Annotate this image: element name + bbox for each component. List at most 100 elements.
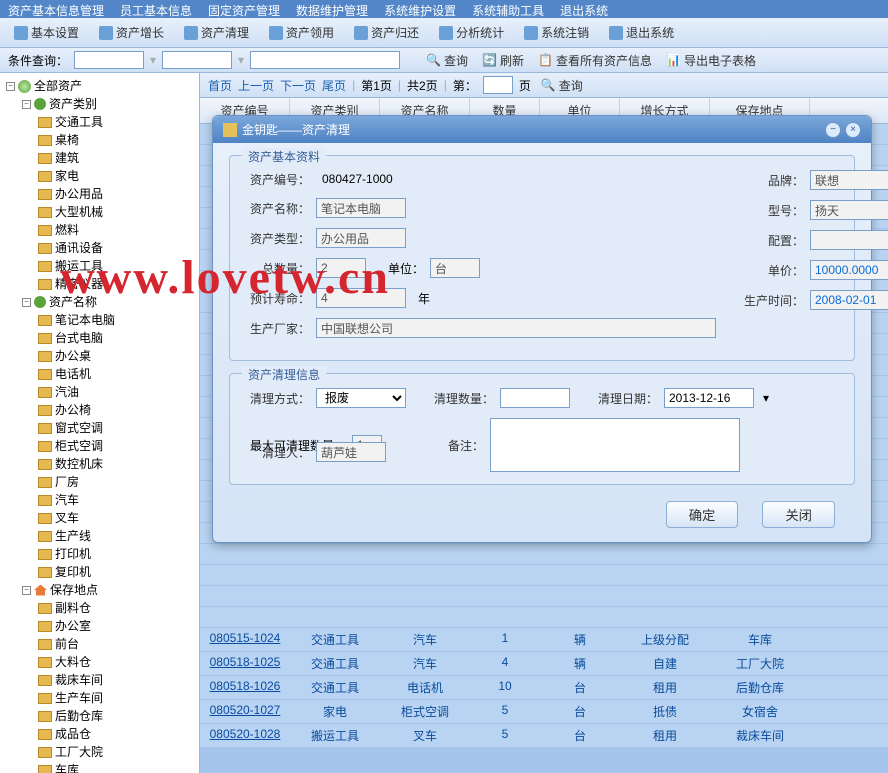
menu-item[interactable]: 退出系统 — [560, 2, 608, 16]
tree-item[interactable]: 汽油 — [38, 383, 195, 401]
tree-item[interactable]: 叉车 — [38, 509, 195, 527]
tree-item[interactable]: 办公室 — [38, 617, 195, 635]
table-row[interactable]: 080518-1025交通工具汽车4辆自建工厂大院 — [200, 652, 888, 676]
cond-field-2[interactable] — [162, 51, 232, 69]
tree-item[interactable]: 厂房 — [38, 473, 195, 491]
pager-jump-input[interactable] — [483, 76, 513, 94]
tree-item[interactable]: 办公椅 — [38, 401, 195, 419]
tree-item[interactable]: 笔记本电脑 — [38, 311, 195, 329]
tree-item[interactable]: 电话机 — [38, 365, 195, 383]
clean-qty-field[interactable] — [500, 388, 570, 408]
folder-icon — [38, 189, 52, 200]
pager-prev[interactable]: 上一页 — [238, 77, 274, 94]
tree-item[interactable]: 办公用品 — [38, 185, 195, 203]
folder-icon — [38, 351, 52, 362]
asset-clean-dialog: 金钥匙——资产清理 − × 资产基本资料 资产编号：080427-1000 资产… — [212, 115, 872, 543]
toolbar-退出系统[interactable]: 退出系统 — [603, 22, 680, 43]
tree-item[interactable]: 大型机械 — [38, 203, 195, 221]
menu-item[interactable]: 员工基本信息 — [120, 2, 192, 16]
tree-item[interactable]: 生产车间 — [38, 689, 195, 707]
clean-person-field — [316, 442, 386, 462]
tree-item[interactable]: 后勤仓库 — [38, 707, 195, 725]
pager-next[interactable]: 下一页 — [280, 77, 316, 94]
tree-locations[interactable]: −保存地点 — [22, 581, 195, 599]
tree-item[interactable]: 汽车 — [38, 491, 195, 509]
folder-icon — [38, 171, 52, 182]
tree-item[interactable]: 大料仓 — [38, 653, 195, 671]
toolbar-系统注销[interactable]: 系统注销 — [518, 22, 595, 43]
tree-item[interactable]: 打印机 — [38, 545, 195, 563]
export-button[interactable]: 📊导出电子表格 — [662, 52, 760, 69]
tree-item[interactable]: 柜式空调 — [38, 437, 195, 455]
toolbar-资产清理[interactable]: 资产清理 — [178, 22, 255, 43]
cond-label: 条件查询： — [8, 52, 68, 69]
tree-root[interactable]: −全部资产 — [6, 77, 195, 95]
tree-item[interactable]: 通讯设备 — [38, 239, 195, 257]
tree-category[interactable]: −资产类别 — [22, 95, 195, 113]
refresh-button[interactable]: 🔄刷新 — [478, 52, 528, 69]
dialog-titlebar[interactable]: 金钥匙——资产清理 − × — [213, 116, 871, 143]
tree-item[interactable]: 车库 — [38, 761, 195, 773]
tree-item[interactable]: 前台 — [38, 635, 195, 653]
tree-item[interactable]: 燃料 — [38, 221, 195, 239]
pager-go-button[interactable]: 🔍查询 — [537, 77, 587, 94]
cond-field-3[interactable] — [250, 51, 400, 69]
tree-item[interactable]: 家电 — [38, 167, 195, 185]
tree-item[interactable]: 窗式空调 — [38, 419, 195, 437]
house-icon — [34, 585, 47, 596]
pager-home[interactable]: 首页 — [208, 77, 232, 94]
tree-item[interactable]: 复印机 — [38, 563, 195, 581]
tree-item[interactable]: 精密仪器 — [38, 275, 195, 293]
tree-item[interactable]: 数控机床 — [38, 455, 195, 473]
main-toolbar: 基本设置资产增长资产清理资产领用资产归还分析统计系统注销退出系统 — [0, 18, 888, 48]
clean-date-field[interactable] — [664, 388, 754, 408]
tree-names[interactable]: −资产名称 — [22, 293, 195, 311]
tree-item[interactable]: 建筑 — [38, 149, 195, 167]
table-row[interactable]: 080515-1024交通工具汽车1辆上级分配车库 — [200, 628, 888, 652]
toolbar-分析统计[interactable]: 分析统计 — [433, 22, 510, 43]
toolbar-资产增长[interactable]: 资产增长 — [93, 22, 170, 43]
view-all-button[interactable]: 📋查看所有资产信息 — [534, 52, 656, 69]
folder-icon — [38, 369, 52, 380]
folder-icon — [38, 423, 52, 434]
tree-item[interactable]: 办公桌 — [38, 347, 195, 365]
folder-icon — [38, 513, 52, 524]
query-button[interactable]: 🔍查询 — [422, 52, 472, 69]
tree-item[interactable]: 交通工具 — [38, 113, 195, 131]
pager-last[interactable]: 尾页 — [322, 77, 346, 94]
table-row[interactable]: 080520-1027家电柜式空调5台抵债女宿舍 — [200, 700, 888, 724]
toolbar-资产领用[interactable]: 资产领用 — [263, 22, 340, 43]
tree-item[interactable]: 桌椅 — [38, 131, 195, 149]
chart-icon — [439, 26, 453, 40]
menu-item[interactable]: 资产基本信息管理 — [8, 2, 104, 16]
toolbar-基本设置[interactable]: 基本设置 — [8, 22, 85, 43]
menu-item[interactable]: 数据维护管理 — [296, 2, 368, 16]
hand-icon — [269, 26, 283, 40]
tree-item[interactable]: 成品仓 — [38, 725, 195, 743]
folder-icon — [38, 639, 52, 650]
tree-item[interactable]: 搬运工具 — [38, 257, 195, 275]
clean-mode-select[interactable]: 报废 — [316, 388, 406, 408]
menu-item[interactable]: 系统维护设置 — [384, 2, 456, 16]
folder-icon — [38, 531, 52, 542]
ok-button[interactable]: 确定 — [666, 501, 739, 528]
table-row[interactable]: 080518-1026交通工具电话机10台租用后勤仓库 — [200, 676, 888, 700]
menu-item[interactable]: 固定资产管理 — [208, 2, 280, 16]
price-field — [810, 260, 888, 280]
asset-tree[interactable]: −全部资产 −资产类别 交通工具桌椅建筑家电办公用品大型机械燃料通讯设备搬运工具… — [0, 73, 200, 773]
date-picker-icon[interactable]: ▾ — [760, 391, 772, 405]
menu-item[interactable]: 系统辅助工具 — [472, 2, 544, 16]
cond-field-1[interactable] — [74, 51, 144, 69]
remark-field[interactable] — [490, 418, 740, 472]
close-button[interactable]: × — [845, 122, 861, 138]
tree-item[interactable]: 副料仓 — [38, 599, 195, 617]
toolbar-资产归还[interactable]: 资产归还 — [348, 22, 425, 43]
gear-icon — [34, 98, 46, 110]
tree-item[interactable]: 生产线 — [38, 527, 195, 545]
minimize-button[interactable]: − — [825, 122, 841, 138]
close-dialog-button[interactable]: 关闭 — [762, 501, 835, 528]
tree-item[interactable]: 裁床车间 — [38, 671, 195, 689]
table-row[interactable]: 080520-1028搬运工具叉车5台租用裁床车间 — [200, 724, 888, 748]
tree-item[interactable]: 台式电脑 — [38, 329, 195, 347]
tree-item[interactable]: 工厂大院 — [38, 743, 195, 761]
